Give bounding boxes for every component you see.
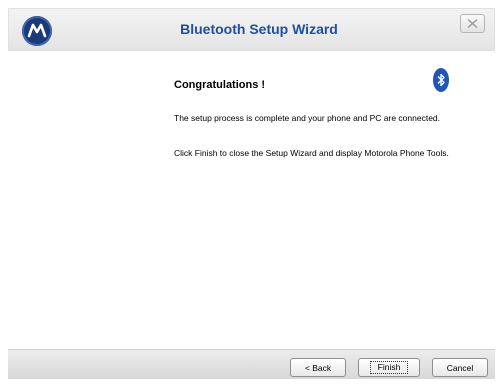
- finish-instructions: Click Finish to close the Setup Wizard a…: [174, 148, 449, 158]
- bluetooth-setup-wizard-window: Bluetooth Setup Wizard Congratulations !…: [0, 0, 503, 385]
- bluetooth-icon: [433, 68, 449, 92]
- completion-message: The setup process is complete and your p…: [174, 113, 441, 123]
- back-button[interactable]: < Back: [290, 358, 346, 377]
- window-title: Bluetooth Setup Wizard: [180, 21, 338, 37]
- back-button-label: < Back: [304, 362, 332, 373]
- close-button[interactable]: [460, 14, 485, 33]
- wizard-footer: < Back Finish Cancel: [8, 349, 495, 379]
- cancel-button-label: Cancel: [446, 362, 474, 373]
- cancel-button[interactable]: Cancel: [432, 358, 488, 377]
- finish-button[interactable]: Finish: [358, 358, 420, 377]
- finish-button-label: Finish: [369, 361, 409, 374]
- congratulations-heading: Congratulations !: [174, 79, 266, 91]
- close-icon: [467, 19, 478, 28]
- motorola-logo-icon: [22, 16, 52, 46]
- wizard-header: Bluetooth Setup Wizard: [8, 8, 495, 51]
